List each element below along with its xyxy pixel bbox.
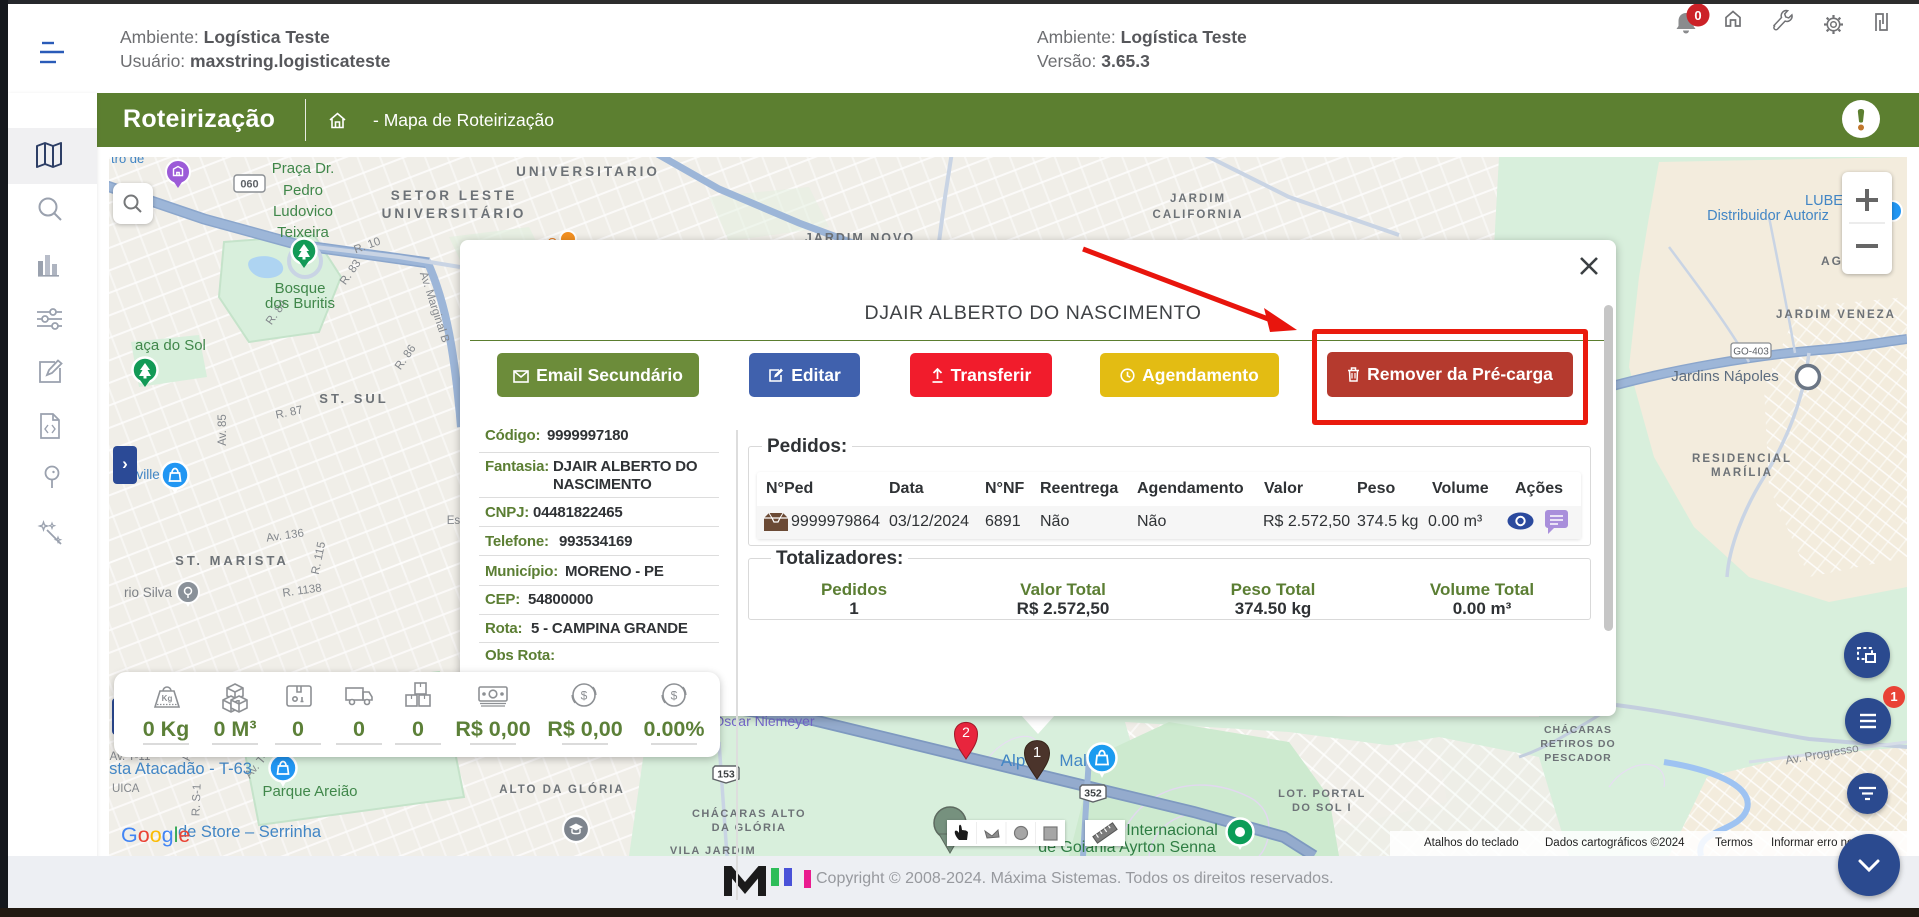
svg-text:0 Kg: 0 Kg [143,717,190,741]
svg-text:Alp: Alp [1001,751,1026,770]
svg-text:AG: AG [1821,254,1843,268]
svg-text:GO-403: GO-403 [1733,347,1769,358]
svg-text:$: $ [581,689,588,703]
svg-text:DA GLÓRIA: DA GLÓRIA [712,821,787,834]
svg-text:Mall: Mall [1059,751,1090,770]
svg-text:Av. 85: Av. 85 [217,414,229,446]
svg-text:UICA: UICA [112,783,140,795]
svg-text:Internacional: Internacional [1126,822,1218,839]
svg-text:0: 0 [1694,8,1701,23]
svg-text:Google: Google [121,823,190,847]
svg-text:0: 0 [292,717,304,741]
svg-text:Distribuidor Autoriz: Distribuidor Autoriz [1707,208,1829,224]
svg-text:tro de: tro de [111,157,144,166]
svg-text:LUBE: LUBE [1805,193,1843,209]
svg-text:MARÍLIA: MARÍLIA [1711,466,1773,479]
svg-text:0 M³: 0 M³ [214,717,257,741]
svg-text:CHÁCARAS: CHÁCARAS [1544,723,1612,736]
svg-text:dos Buritis: dos Buritis [265,295,335,312]
svg-text:R. S-1: R. S-1 [190,784,203,817]
svg-text:osta Atacadão - T-63: osta Atacadão - T-63 [109,760,252,778]
svg-text:VILA JARDIM: VILA JARDIM [670,845,756,856]
svg-text:aça do Sol: aça do Sol [135,337,206,354]
svg-text:0: 0 [353,717,365,741]
svg-text:RETIROS DO: RETIROS DO [1540,738,1615,750]
svg-text:Ludovico: Ludovico [273,203,333,220]
svg-text:Praça Dr.: Praça Dr. [272,160,335,177]
svg-text:rio Silva: rio Silva [124,585,173,600]
svg-text:1: 1 [1033,744,1041,761]
svg-text:R$ 0,00: R$ 0,00 [547,717,622,741]
svg-text:CALIFORNIA: CALIFORNIA [1153,209,1244,221]
svg-text:ALTO DA GLÓRIA: ALTO DA GLÓRIA [499,783,625,796]
svg-text:0: 0 [412,717,424,741]
svg-text:ST. MARISTA: ST. MARISTA [175,553,289,568]
svg-text:Kg: Kg [162,694,173,703]
svg-text:060: 060 [240,179,258,191]
svg-text:JARDIM: JARDIM [1170,193,1226,205]
svg-text:R$ 0,00: R$ 0,00 [455,717,530,741]
svg-text:352: 352 [1084,788,1102,800]
svg-text:DO SOL I: DO SOL I [1292,802,1352,814]
svg-text:UNIVERSITÁRIO: UNIVERSITÁRIO [382,206,527,221]
svg-text:RESIDENCIAL: RESIDENCIAL [1692,453,1792,465]
svg-text:2: 2 [962,724,970,740]
svg-text:Jardins Nápoles: Jardins Nápoles [1671,368,1779,385]
svg-text:CHÁCARAS ALTO: CHÁCARAS ALTO [692,807,806,820]
svg-text:SETOR LESTE: SETOR LESTE [391,188,518,203]
svg-text:0.00%: 0.00% [644,717,705,741]
svg-text:ST. SUL: ST. SUL [319,391,388,406]
svg-text:JARDIM VENEZA: JARDIM VENEZA [1776,309,1896,321]
svg-text:153: 153 [717,769,735,781]
svg-text:LOT. PORTAL: LOT. PORTAL [1278,788,1366,800]
svg-text:Parque Areião: Parque Areião [262,783,357,800]
svg-text:Pedro: Pedro [283,182,323,199]
svg-text:UNIVERSITARIO: UNIVERSITARIO [516,164,660,179]
svg-text:PESCADOR: PESCADOR [1544,752,1612,764]
svg-text:$: $ [671,689,678,703]
